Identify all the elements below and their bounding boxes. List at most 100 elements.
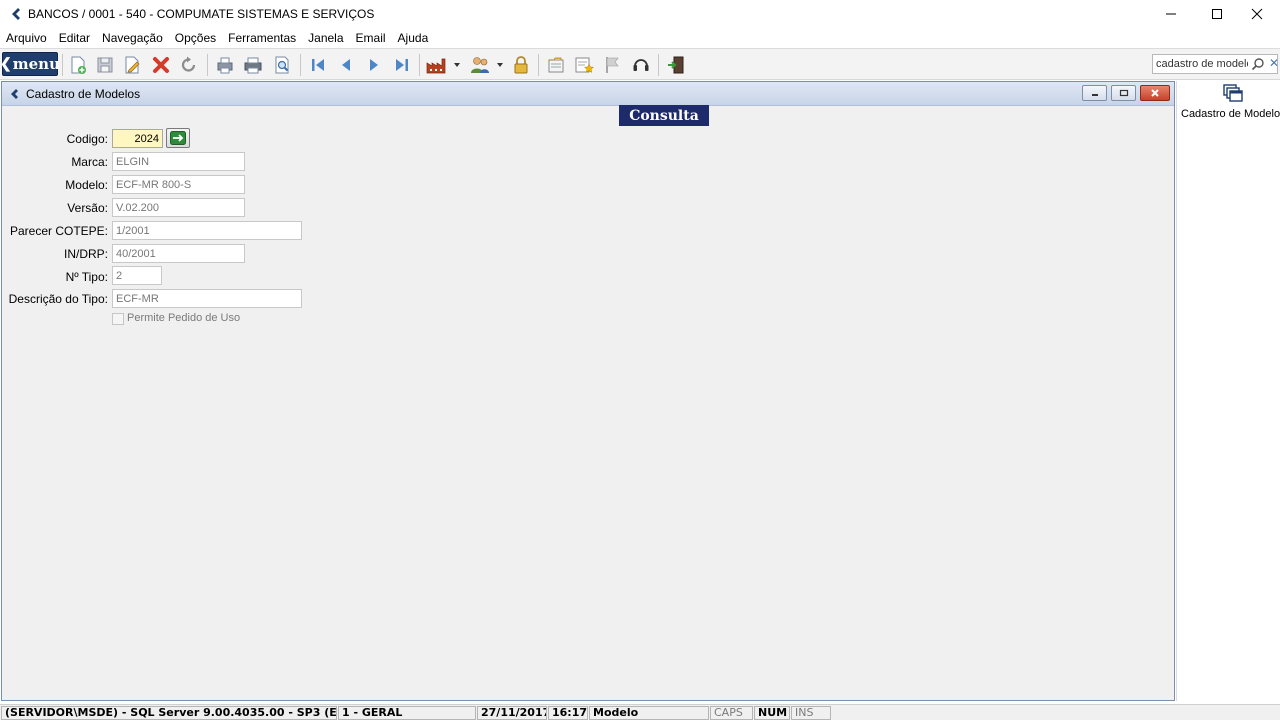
- folder-button[interactable]: [544, 53, 568, 77]
- save-button[interactable]: [93, 53, 117, 77]
- open-window-label[interactable]: Cadastro de Modelos: [1181, 108, 1280, 120]
- save-icon: [97, 57, 113, 73]
- toolbar: ❮ menu cadastro de modelo ✕: [0, 48, 1280, 80]
- edit-button[interactable]: [120, 53, 144, 77]
- clear-search-icon[interactable]: ✕: [1269, 56, 1279, 70]
- descricao-tipo-label: Descrição do Tipo:: [8, 292, 108, 306]
- close-icon: [1251, 8, 1263, 20]
- flag-button[interactable]: [600, 53, 624, 77]
- maximize-icon: [1212, 9, 1222, 19]
- status-bar: (SERVIDOR\MSDE) - SQL Server 9.00.4035.0…: [0, 704, 1280, 720]
- lock-icon: [514, 56, 528, 74]
- undo-button[interactable]: [177, 53, 201, 77]
- menu-ajuda[interactable]: Ajuda: [398, 31, 429, 45]
- permite-pedido-label: Permite Pedido de Uso: [127, 312, 241, 324]
- last-record-icon: [396, 59, 408, 71]
- cadastro-modelos-window: Cadastro de Modelos Consulta Codigo: 202…: [1, 81, 1175, 701]
- back-arrow-icon: ❮: [0, 56, 12, 72]
- menu-bar: Arquivo Editar Navegação Opções Ferramen…: [0, 28, 1280, 48]
- right-panel: Cadastro de Modelos: [1176, 81, 1280, 701]
- menu-button[interactable]: ❮ menu: [0, 52, 60, 76]
- minimize-button[interactable]: [1148, 0, 1194, 28]
- mdi-minimize-button[interactable]: [1082, 85, 1107, 101]
- descricao-tipo-field[interactable]: ECF-MR: [112, 289, 302, 308]
- mdi-title: Cadastro de Modelos: [26, 86, 141, 101]
- toolbar-separator: [419, 54, 420, 76]
- status-ins: INS: [791, 706, 831, 720]
- status-server: (SERVIDOR\MSDE) - SQL Server 9.00.4035.0…: [1, 706, 337, 720]
- search-input[interactable]: [1153, 55, 1248, 73]
- mdi-title-bar: Cadastro de Modelos: [2, 82, 1174, 106]
- undo-icon: [181, 56, 196, 72]
- menu-email[interactable]: Email: [356, 31, 386, 45]
- menu-navegacao[interactable]: Navegação: [102, 31, 163, 45]
- arrow-right-icon: [170, 131, 186, 145]
- parecer-cotepe-label: Parecer COTEPE:: [9, 224, 108, 238]
- tipo-label: Nº Tipo:: [65, 270, 108, 284]
- marca-label: Marca:: [71, 155, 108, 169]
- versao-field[interactable]: V.02.200: [112, 198, 245, 217]
- menu-opcoes[interactable]: Opções: [175, 31, 216, 45]
- tipo-field[interactable]: 2: [112, 266, 162, 285]
- permite-pedido-checkbox[interactable]: [112, 313, 124, 325]
- go-button[interactable]: [166, 128, 190, 148]
- mdi-restore-button[interactable]: [1111, 85, 1136, 101]
- windows-stack-icon[interactable]: [1222, 83, 1244, 105]
- status-company: 1 - GERAL: [338, 706, 476, 720]
- modelo-label: Modelo:: [65, 178, 108, 192]
- versao-label: Versão:: [67, 201, 108, 215]
- search-icon[interactable]: [1251, 57, 1265, 71]
- menu-janela[interactable]: Janela: [308, 31, 343, 45]
- next-record-button[interactable]: [362, 53, 386, 77]
- users-button[interactable]: [468, 53, 492, 77]
- parecer-cotepe-field[interactable]: 1/2001: [112, 221, 302, 240]
- toolbar-separator: [62, 54, 63, 76]
- factory-icon: [426, 58, 446, 74]
- print-button[interactable]: [241, 53, 265, 77]
- first-record-button[interactable]: [306, 53, 330, 77]
- company-button[interactable]: [424, 53, 448, 77]
- users-dropdown-arrow-icon[interactable]: [497, 63, 503, 67]
- exit-button[interactable]: [664, 53, 688, 77]
- printer-setup-icon: [217, 57, 233, 74]
- window-logo-icon: [11, 88, 18, 99]
- menu-ferramentas[interactable]: Ferramentas: [228, 31, 296, 45]
- mode-banner: Consulta: [619, 105, 709, 126]
- edit-document-icon: [125, 56, 140, 74]
- new-record-button[interactable]: [66, 53, 90, 77]
- minimize-icon: [1091, 94, 1098, 96]
- app-logo-icon: [12, 8, 20, 20]
- in-drp-field[interactable]: 40/2001: [112, 244, 245, 263]
- toolbar-separator: [207, 54, 208, 76]
- menu-arquivo[interactable]: Arquivo: [6, 31, 47, 45]
- title-bar: BANCOS / 0001 - 540 - COMPUMATE SISTEMAS…: [0, 0, 1280, 28]
- support-button[interactable]: [629, 53, 653, 77]
- print-setup-button[interactable]: [213, 53, 237, 77]
- flag-icon: [606, 57, 619, 73]
- delete-button[interactable]: [149, 53, 173, 77]
- window-title: BANCOS / 0001 - 540 - COMPUMATE SISTEMAS…: [28, 7, 375, 21]
- toolbar-separator: [538, 54, 539, 76]
- menu-editar[interactable]: Editar: [59, 31, 90, 45]
- folder-document-icon: [548, 57, 564, 73]
- status-num: NUM: [754, 706, 790, 720]
- minimize-icon: [1166, 13, 1176, 15]
- headset-icon: [633, 59, 649, 71]
- status-screen: Modelo: [589, 706, 709, 720]
- close-icon: [1151, 89, 1159, 97]
- previous-record-button[interactable]: [334, 53, 358, 77]
- company-dropdown-arrow-icon[interactable]: [454, 63, 460, 67]
- mdi-close-button[interactable]: [1140, 85, 1170, 101]
- next-record-icon: [370, 59, 378, 71]
- marca-field[interactable]: ELGIN: [112, 152, 245, 171]
- previous-record-icon: [342, 59, 350, 71]
- delete-x-icon: [153, 57, 169, 73]
- exit-door-icon: [668, 56, 684, 74]
- modelo-field[interactable]: ECF-MR 800-S: [112, 175, 245, 194]
- favorites-button[interactable]: [572, 53, 596, 77]
- close-window-button[interactable]: [1234, 0, 1280, 28]
- lock-button[interactable]: [509, 53, 533, 77]
- last-record-button[interactable]: [390, 53, 414, 77]
- codigo-field[interactable]: 2024: [112, 129, 163, 148]
- print-preview-button[interactable]: [270, 53, 294, 77]
